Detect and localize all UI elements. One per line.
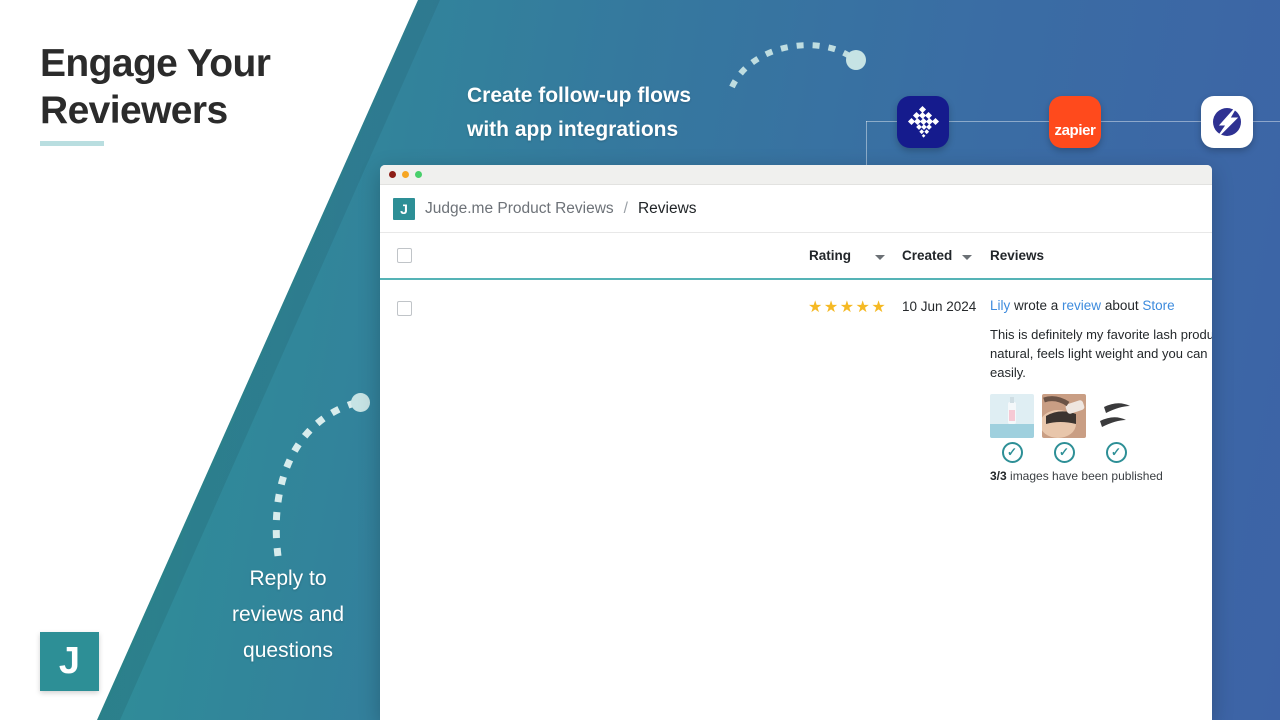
review-header-line: Lily wrote a review about Store — [990, 297, 1212, 315]
review-created-date: 10 Jun 2024 — [902, 299, 976, 314]
review-body-text: This is definitely my favorite lash prod… — [990, 325, 1212, 382]
column-header-created[interactable]: Created — [902, 248, 952, 263]
review-image-3[interactable] — [1094, 394, 1138, 438]
thumbnail-item[interactable]: ✓ — [1094, 394, 1138, 463]
integration-caption-line-2: with app integrations — [467, 113, 897, 147]
breadcrumb-separator: / — [624, 200, 628, 218]
judgeme-logo: J — [40, 632, 99, 691]
column-header-rating[interactable]: Rating — [809, 248, 851, 263]
chevron-down-icon[interactable] — [962, 255, 972, 260]
app-window: J Judge.me Product Reviews / Reviews Rat… — [380, 165, 1212, 720]
title-underline-rule — [40, 141, 104, 146]
verified-check-icon: ✓ — [1002, 442, 1023, 463]
omnisend-icon[interactable] — [1201, 96, 1253, 148]
window-maximize-button[interactable] — [415, 171, 422, 178]
select-all-checkbox[interactable] — [397, 248, 412, 263]
verified-check-icon: ✓ — [1106, 442, 1127, 463]
review-image-thumbnails: ✓ ✓ — [990, 394, 1212, 463]
page-title-line-1: Engage Your — [40, 40, 380, 87]
review-link[interactable]: review — [1062, 298, 1101, 313]
images-published-count: 3/3 — [990, 469, 1007, 483]
review-head-text-2: about — [1101, 298, 1142, 313]
window-minimize-button[interactable] — [402, 171, 409, 178]
review-store-link[interactable]: Store — [1142, 298, 1174, 313]
breadcrumb-current-page: Reviews — [638, 200, 697, 218]
breadcrumb-app-logo: J — [393, 198, 415, 220]
breadcrumb-app-name[interactable]: Judge.me Product Reviews — [425, 200, 614, 218]
klaviyo-icon[interactable] — [897, 96, 949, 148]
column-header-reviews: Reviews — [990, 248, 1044, 263]
rating-stars: ★★★★★ — [808, 297, 887, 317]
images-published-caption: 3/3 images have been published — [990, 469, 1212, 483]
omnisend-glyph — [1207, 102, 1247, 142]
dashed-arc-left-icon — [266, 392, 376, 562]
review-head-text-1: wrote a — [1010, 298, 1062, 313]
window-close-button[interactable] — [389, 171, 396, 178]
window-titlebar — [380, 165, 1212, 185]
row-select-checkbox[interactable] — [397, 301, 412, 316]
images-published-text: images have been published — [1007, 469, 1163, 483]
zapier-wordmark: zapier — [1055, 122, 1096, 139]
klaviyo-glyph — [904, 103, 942, 141]
review-content: Lily wrote a review about Store This is … — [990, 297, 1212, 483]
thumbnail-item[interactable]: ✓ — [990, 394, 1034, 463]
reviews-table-header: Rating Created Reviews Status Actions — [380, 233, 1212, 280]
review-image-2[interactable] — [1042, 394, 1086, 438]
reply-caption: Reply to reviews and questions — [180, 561, 396, 669]
breadcrumb: J Judge.me Product Reviews / Reviews — [380, 185, 1212, 233]
review-image-1[interactable] — [990, 394, 1034, 438]
chevron-down-icon[interactable] — [875, 255, 885, 260]
verified-check-icon: ✓ — [1054, 442, 1075, 463]
reply-caption-line-1: Reply to — [180, 561, 396, 597]
dashed-arc-left-endpoint-dot — [351, 393, 370, 412]
reply-caption-line-3: questions — [180, 633, 396, 669]
dashed-arc-top-endpoint-dot — [846, 50, 866, 70]
reply-caption-line-2: reviews and — [180, 597, 396, 633]
thumbnail-item[interactable]: ✓ — [1042, 394, 1086, 463]
table-row: ★★★★★ 10 Jun 2024 Lily wrote a review ab… — [380, 280, 1212, 720]
page-title-line-2: Reviewers — [40, 87, 380, 134]
page-title: Engage Your Reviewers — [40, 40, 380, 134]
zapier-icon[interactable]: zapier — [1049, 96, 1101, 148]
review-author-link[interactable]: Lily — [990, 298, 1010, 313]
